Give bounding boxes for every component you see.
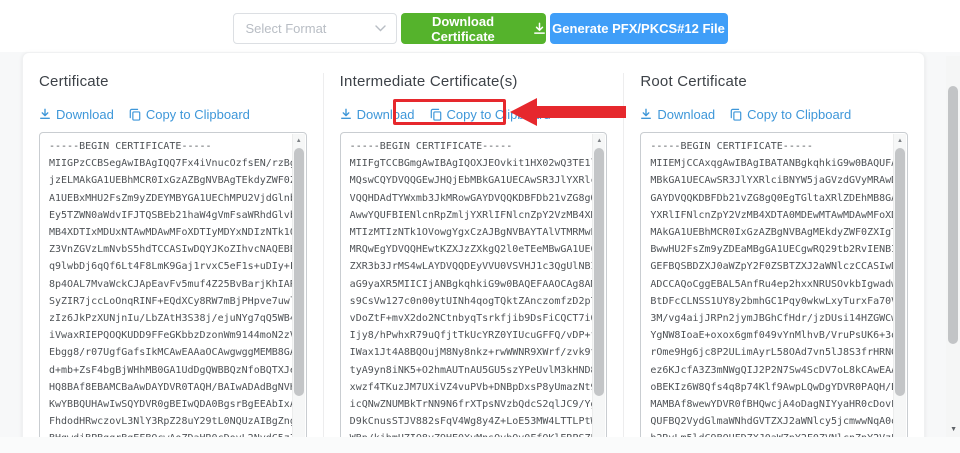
format-select-placeholder: Select Format <box>246 21 327 36</box>
panel-certificate-title: Certificate <box>39 73 307 90</box>
intermediate-certificate-textarea[interactable]: -----BEGIN CERTIFICATE----- MIIFgTCCBGmg… <box>340 132 608 453</box>
download-icon <box>39 108 51 120</box>
intermediate-download-label: Download <box>357 107 415 122</box>
textarea-scrollbar[interactable]: ▲ <box>893 134 906 453</box>
download-icon <box>640 108 652 120</box>
certificates-card: Certificate Download Copy to Clipboard -… <box>22 52 925 453</box>
certificate-download-label: Download <box>56 107 114 122</box>
copy-icon <box>129 108 141 121</box>
generate-pfx-button-label: Generate PFX/PKCS#12 File <box>552 21 725 36</box>
bottom-band <box>0 437 960 453</box>
download-icon <box>340 108 352 120</box>
certificate-copy-link[interactable]: Copy to Clipboard <box>129 107 250 122</box>
download-certificate-button-label: Download Certificate <box>401 14 526 44</box>
root-pem-text: -----BEGIN CERTIFICATE----- MIIEMjCCAxqg… <box>641 133 894 453</box>
certificate-copy-label: Copy to Clipboard <box>146 107 250 122</box>
root-copy-link[interactable]: Copy to Clipboard <box>730 107 851 122</box>
panel-root-certificate: Root Certificate Download Copy to Clipbo… <box>623 73 924 453</box>
download-certificate-button[interactable]: Download Certificate <box>401 13 546 44</box>
copy-icon <box>730 108 742 121</box>
page-scrollbar[interactable]: ▼ <box>946 56 960 437</box>
toolbar: Select Format Download Certificate Gener… <box>0 0 960 52</box>
generate-pfx-button[interactable]: Generate PFX/PKCS#12 File <box>550 13 728 44</box>
format-select[interactable]: Select Format <box>233 13 397 44</box>
root-download-label: Download <box>657 107 715 122</box>
panel-certificate: Certificate Download Copy to Clipboard -… <box>23 73 323 453</box>
scroll-up-arrow-icon[interactable]: ▲ <box>894 134 906 147</box>
scroll-up-arrow-icon[interactable]: ▲ <box>593 134 605 147</box>
scrollbar-thumb[interactable] <box>594 148 604 396</box>
certificate-textarea[interactable]: -----BEGIN CERTIFICATE----- MIIGPzCCBSeg… <box>39 132 307 453</box>
intermediate-download-link[interactable]: Download <box>340 107 415 122</box>
scroll-down-arrow-icon[interactable]: ▼ <box>950 426 957 433</box>
panel-intermediate-certificate: Intermediate Certificate(s) Download Cop… <box>323 73 624 453</box>
intermediate-pem-text: -----BEGIN CERTIFICATE----- MIIFgTCCBGmg… <box>341 133 594 453</box>
chevron-down-icon <box>375 25 386 32</box>
scroll-up-arrow-icon[interactable]: ▲ <box>293 134 305 147</box>
copy-icon <box>430 108 442 121</box>
root-copy-label: Copy to Clipboard <box>747 107 851 122</box>
download-icon <box>533 22 546 35</box>
intermediate-copy-label: Copy to Clipboard <box>447 107 551 122</box>
textarea-scrollbar[interactable]: ▲ <box>292 134 305 453</box>
intermediate-copy-link[interactable]: Copy to Clipboard <box>430 107 551 122</box>
certificate-download-link[interactable]: Download <box>39 107 114 122</box>
page-scrollbar-thumb[interactable] <box>948 86 958 344</box>
scrollbar-thumb[interactable] <box>895 148 905 396</box>
root-download-link[interactable]: Download <box>640 107 715 122</box>
textarea-scrollbar[interactable]: ▲ <box>592 134 605 453</box>
root-certificate-textarea[interactable]: -----BEGIN CERTIFICATE----- MIIEMjCCAxqg… <box>640 132 908 453</box>
certificate-pem-text: -----BEGIN CERTIFICATE----- MIIGPzCCBSeg… <box>40 133 293 453</box>
scrollbar-thumb[interactable] <box>294 148 304 396</box>
panel-root-title: Root Certificate <box>640 73 908 90</box>
panel-intermediate-title: Intermediate Certificate(s) <box>340 73 608 90</box>
